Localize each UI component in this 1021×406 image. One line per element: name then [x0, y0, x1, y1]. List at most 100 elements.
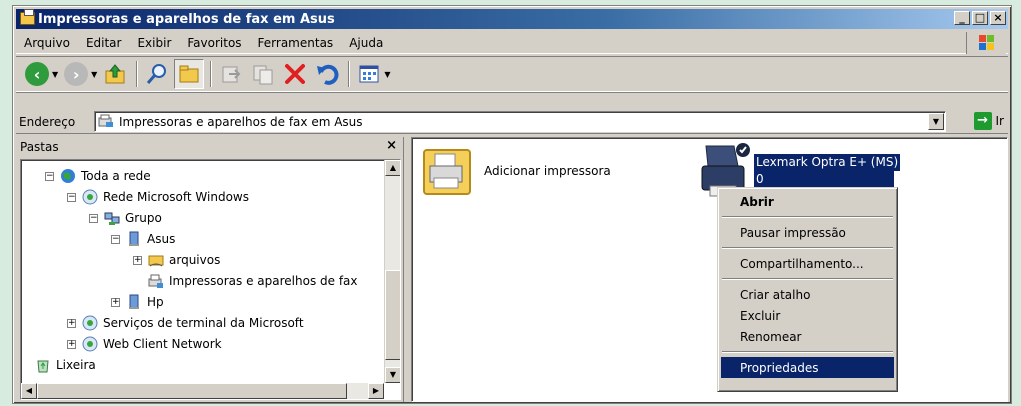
tree-node-web-client-network[interactable]: + Web Client Network: [67, 334, 222, 354]
ctx-rename[interactable]: Renomear: [721, 326, 894, 347]
folders-icon: [179, 65, 199, 83]
tree-horizontal-scrollbar[interactable]: ◀ ▶: [21, 383, 384, 399]
toolbar-separator: [136, 61, 139, 87]
menu-separator: [722, 351, 893, 353]
forward-icon: ›: [64, 62, 89, 86]
tree-node-asus[interactable]: − Asus: [111, 229, 175, 249]
window-title: Impressoras e aparelhos de fax em Asus: [38, 11, 335, 27]
maximize-button[interactable]: □: [972, 11, 988, 25]
horizontal-scroll-thumb[interactable]: [37, 383, 347, 399]
ctx-delete[interactable]: Excluir: [721, 305, 894, 326]
ctx-properties[interactable]: Propriedades: [721, 357, 894, 378]
go-button[interactable]: → Ir: [973, 112, 1004, 130]
move-to-button[interactable]: [216, 59, 246, 89]
collapse-toggle[interactable]: −: [89, 213, 98, 223]
undo-button[interactable]: [312, 59, 342, 89]
tree-label: Serviços de terminal da Microsoft: [103, 316, 304, 330]
scroll-left-button[interactable]: ◀: [21, 383, 37, 399]
forward-dropdown[interactable]: ▼: [91, 70, 97, 79]
menu-ajuda[interactable]: Ajuda: [341, 36, 391, 50]
tree-label: Grupo: [125, 211, 162, 225]
folders-button[interactable]: [174, 59, 205, 89]
collapse-toggle[interactable]: −: [67, 192, 76, 202]
add-printer-item[interactable]: Adicionar impressora: [420, 146, 611, 198]
shared-folder-icon: [148, 255, 164, 267]
menu-favoritos[interactable]: Favoritos: [179, 36, 249, 50]
back-button[interactable]: ‹: [22, 59, 52, 89]
menu-separator: [722, 216, 893, 218]
go-arrow-icon: →: [973, 112, 992, 130]
forward-button[interactable]: ›: [61, 59, 91, 89]
ctx-open[interactable]: Abrir: [721, 191, 894, 212]
ctx-create-shortcut[interactable]: Criar atalho: [721, 284, 894, 305]
scroll-up-button[interactable]: ▲: [385, 160, 400, 176]
tree-node-hp[interactable]: + Hp: [111, 292, 164, 312]
close-button[interactable]: ×: [990, 11, 1006, 25]
expand-toggle[interactable]: +: [133, 255, 142, 265]
address-dropdown-button[interactable]: ▼: [928, 113, 944, 130]
tree-label: Toda a rede: [81, 169, 151, 183]
network-icon: [82, 189, 98, 205]
tree-label: Web Client Network: [103, 337, 222, 351]
expand-toggle[interactable]: +: [111, 297, 120, 307]
minimize-button[interactable]: _: [954, 11, 970, 25]
windows-logo-icon: [966, 32, 1006, 54]
content-pane: Adicionar impressora Lexmark Optra E+ (M…: [411, 137, 1008, 402]
delete-icon: [285, 64, 306, 84]
tree-node-rede-microsoft-windows[interactable]: − Rede Microsoft Windows: [67, 187, 249, 207]
collapse-toggle[interactable]: −: [111, 234, 120, 244]
delete-button[interactable]: [280, 59, 310, 89]
standard-toolbar: ‹ ▼ › ▼ ▼: [16, 56, 1008, 92]
menu-editar[interactable]: Editar: [78, 36, 130, 50]
menu-arquivo[interactable]: Arquivo: [16, 36, 78, 50]
tree-label: Impressoras e aparelhos de fax: [169, 274, 358, 288]
menu-separator: [722, 247, 893, 249]
tree-label: Asus: [147, 232, 176, 246]
workgroup-icon: [104, 212, 120, 225]
address-field[interactable]: Impressoras e aparelhos de fax em Asus ▼: [94, 111, 946, 132]
tree-node-toda-a-rede[interactable]: − Toda a rede: [45, 166, 151, 186]
tree-node-grupo[interactable]: − Grupo: [89, 208, 162, 228]
computer-icon: [129, 231, 139, 246]
search-icon: [147, 64, 167, 84]
copy-to-button[interactable]: [248, 59, 278, 89]
collapse-toggle[interactable]: −: [45, 171, 54, 181]
search-button[interactable]: [142, 59, 172, 89]
tree-node-impressoras[interactable]: Impressoras e aparelhos de fax: [148, 271, 358, 291]
menu-ferramentas[interactable]: Ferramentas: [250, 36, 342, 50]
tree-node-servicos-terminal[interactable]: + Serviços de terminal da Microsoft: [67, 313, 304, 333]
folders-title: Pastas: [20, 140, 59, 154]
views-button[interactable]: [354, 59, 384, 89]
close-folders-pane-button[interactable]: ×: [386, 138, 397, 153]
scroll-thumb[interactable]: [385, 270, 400, 360]
network-icon: [82, 315, 98, 331]
computer-icon: [129, 294, 139, 309]
up-button[interactable]: [100, 59, 130, 89]
menu-separator: [722, 278, 893, 280]
ctx-pause-printing[interactable]: Pausar impressão: [721, 222, 894, 243]
tree-label: Hp: [147, 295, 164, 309]
tree-node-arquivos[interactable]: + arquivos: [133, 250, 220, 270]
menu-bar: Arquivo Editar Exibir Favoritos Ferramen…: [16, 32, 1008, 54]
printers-folder-icon: [20, 9, 35, 25]
views-icon: [359, 65, 379, 83]
undo-icon: [317, 64, 339, 85]
scroll-down-button[interactable]: ▼: [385, 367, 400, 383]
printers-folder-icon: [98, 114, 113, 127]
tree-vertical-scrollbar[interactable]: ▲ ▼: [384, 160, 400, 383]
tree-node-lixeira[interactable]: Lixeira: [35, 355, 96, 375]
scroll-right-button[interactable]: ▶: [368, 383, 384, 399]
expand-toggle[interactable]: +: [67, 318, 76, 328]
title-bar[interactable]: Impressoras e aparelhos de fax em Asus _…: [16, 9, 1008, 29]
recycle-bin-icon: [37, 360, 49, 373]
globe-icon: [61, 169, 75, 183]
address-value: Impressoras e aparelhos de fax em Asus: [119, 114, 363, 129]
menu-exibir[interactable]: Exibir: [129, 36, 179, 50]
ctx-sharing[interactable]: Compartilhamento...: [721, 253, 894, 274]
views-dropdown[interactable]: ▼: [384, 70, 390, 79]
add-printer-icon: [423, 149, 471, 195]
expand-toggle[interactable]: +: [67, 339, 76, 349]
back-dropdown[interactable]: ▼: [52, 70, 58, 79]
up-folder-icon: [105, 64, 125, 84]
printer-name: Lexmark Optra E+ (MS): [754, 154, 901, 171]
